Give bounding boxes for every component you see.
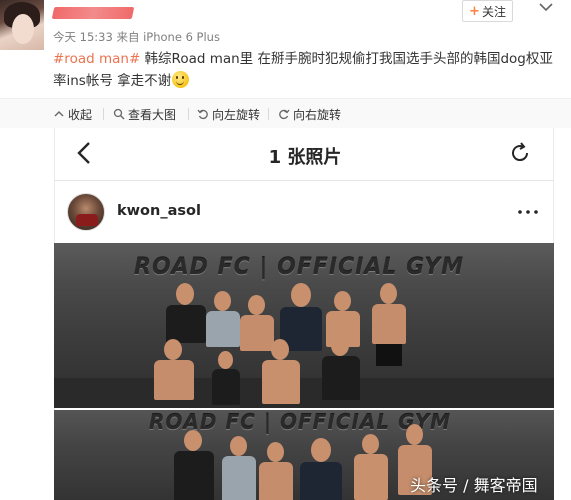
weibo-post: 今天 15:33 来自 iPhone 6 Plus + 关注 #road man… [0, 0, 571, 500]
view-large-label: 查看大图 [128, 107, 177, 122]
redacted-username [51, 7, 135, 19]
rotate-right-icon [279, 109, 290, 120]
avatar-face [12, 14, 34, 44]
user-avatar[interactable] [0, 0, 44, 50]
chevron-down-icon[interactable] [538, 0, 554, 14]
profile-username[interactable]: kwon_asol [117, 203, 201, 219]
follow-button[interactable]: + 关注 [462, 0, 513, 22]
follow-label: 关注 [481, 4, 506, 19]
separator [103, 108, 104, 120]
view-large-button[interactable]: 查看大图 [113, 106, 176, 122]
collapse-icon [54, 111, 64, 117]
post-meta: 今天 15:33 来自 iPhone 6 Plus [53, 30, 220, 44]
more-options-icon[interactable] [518, 210, 538, 214]
rotate-right-button[interactable]: 向右旋转 [278, 106, 341, 122]
refresh-icon[interactable] [508, 141, 532, 165]
smile-emoji-icon [172, 71, 190, 88]
post-text: #road man# 韩综Road man里 在掰手腕时犯规偷打我国选手头部的韩… [53, 48, 563, 92]
rotate-left-icon [197, 109, 208, 120]
collapse-button[interactable]: 收起 [53, 106, 92, 122]
profile-avatar[interactable] [67, 193, 105, 231]
gym-group-photo[interactable]: ROAD FC | OFFICIAL GYM [54, 243, 554, 408]
rotate-right-label: 向右旋转 [293, 107, 342, 122]
zoom-icon [113, 108, 125, 120]
separator [188, 108, 189, 120]
rotate-left-label: 向左旋转 [212, 107, 261, 122]
plus-icon: + [469, 3, 480, 19]
photo-count-title: 1 张照片 [268, 147, 342, 168]
watermark: 头条号 / 舞客帝国 [410, 476, 538, 495]
collapse-label: 收起 [68, 107, 93, 122]
rotate-left-button[interactable]: 向左旋转 [197, 106, 260, 122]
wall-sign: ROAD FC | OFFICIAL GYM [134, 255, 465, 280]
separator [268, 108, 269, 120]
photo-floor [54, 378, 554, 408]
divider [54, 180, 554, 181]
topic-tag[interactable]: #road man# [53, 51, 140, 67]
back-arrow-icon[interactable] [77, 141, 91, 165]
